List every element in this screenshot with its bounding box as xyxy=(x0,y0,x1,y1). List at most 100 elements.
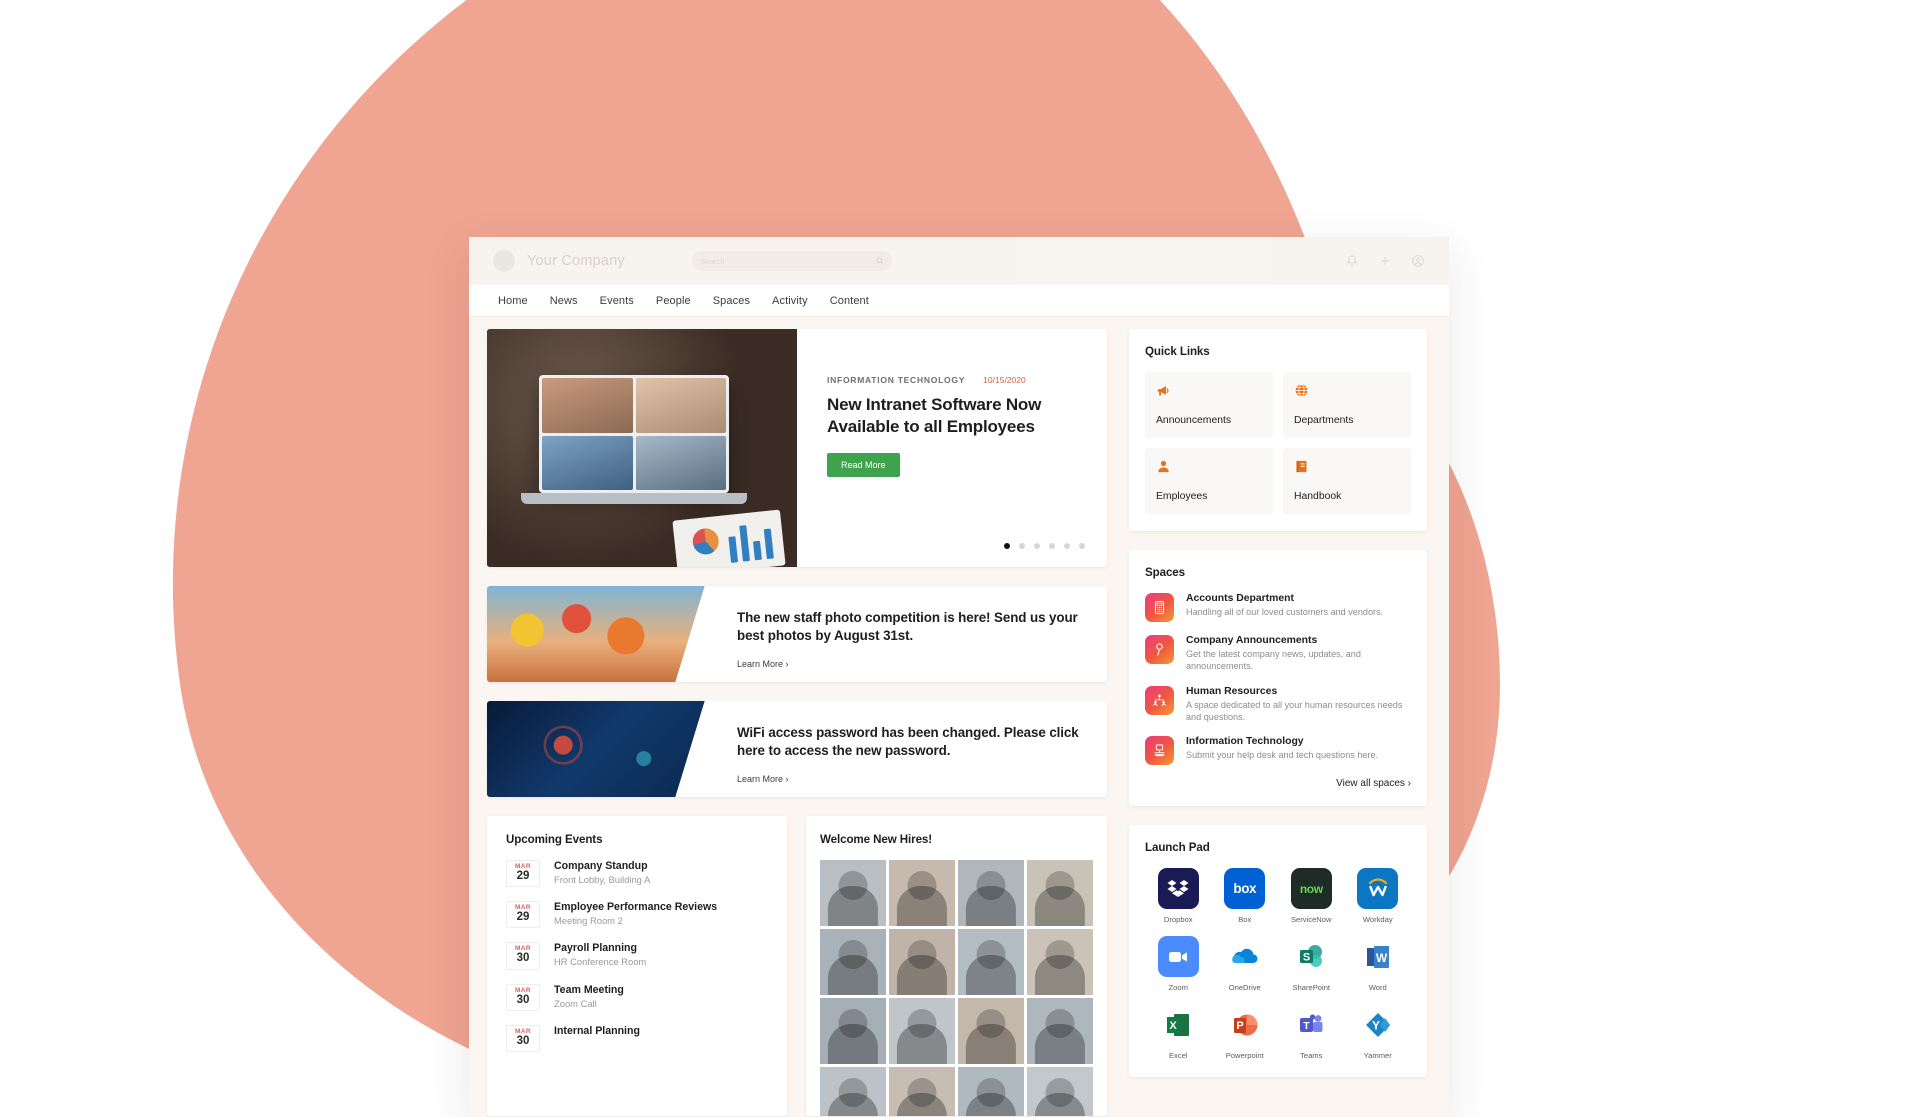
teams-icon: T xyxy=(1291,1004,1332,1045)
app-servicenow[interactable]: now ServiceNow xyxy=(1278,868,1345,924)
new-hire-photo[interactable] xyxy=(820,929,886,995)
spaces-title: Spaces xyxy=(1145,566,1411,579)
nav-item-people[interactable]: People xyxy=(656,295,691,307)
app-label: OneDrive xyxy=(1229,983,1261,992)
app-box[interactable]: box Box xyxy=(1212,868,1279,924)
new-hire-photo[interactable] xyxy=(958,860,1024,926)
space-item-accounts-department[interactable]: Accounts Department Handling all of our … xyxy=(1145,593,1411,622)
balloons-image xyxy=(487,586,711,682)
main-column: INFORMATION TECHNOLOGY 10/15/2020 New In… xyxy=(487,329,1107,1117)
app-zoom[interactable]: Zoom xyxy=(1145,936,1212,992)
quick-link-label: Announcements xyxy=(1156,415,1262,426)
svg-text:P: P xyxy=(1236,1020,1243,1032)
svg-text:Y: Y xyxy=(1372,1018,1380,1032)
new-hire-photo[interactable] xyxy=(958,1067,1024,1116)
app-onedrive[interactable]: OneDrive xyxy=(1212,936,1279,992)
event-name: Internal Planning xyxy=(554,1025,640,1037)
bottom-row: Upcoming Events MAR 29 Company Standup F… xyxy=(487,816,1107,1116)
new-hire-photo[interactable] xyxy=(820,1067,886,1116)
event-location: Front Lobby, Building A xyxy=(554,874,650,885)
word-icon: W xyxy=(1357,936,1398,977)
carousel-dot-3[interactable] xyxy=(1034,543,1040,549)
app-label: Zoom xyxy=(1169,983,1188,992)
new-hire-photo[interactable] xyxy=(889,860,955,926)
quick-link-announcements[interactable]: Announcements xyxy=(1145,372,1273,438)
event-date-badge: MAR 29 xyxy=(506,901,540,928)
new-hire-photo[interactable] xyxy=(1027,1067,1093,1116)
new-hire-photo[interactable] xyxy=(1027,998,1093,1064)
bell-icon[interactable] xyxy=(1345,254,1359,268)
quick-link-label: Handbook xyxy=(1294,491,1400,502)
space-name: Accounts Department xyxy=(1186,593,1383,604)
svg-text:T: T xyxy=(1304,1020,1311,1032)
carousel-dot-2[interactable] xyxy=(1019,543,1025,549)
nav-item-news[interactable]: News xyxy=(550,295,578,307)
event-item[interactable]: MAR 30 Payroll Planning HR Conference Ro… xyxy=(506,942,768,969)
carousel-dot-5[interactable] xyxy=(1064,543,1070,549)
announcement-banner-photo-competition[interactable]: The new staff photo competition is here!… xyxy=(487,586,1107,682)
app-workday[interactable]: Workday xyxy=(1345,868,1412,924)
nav-item-home[interactable]: Home xyxy=(498,295,528,307)
event-item[interactable]: MAR 30 Team Meeting Zoom Call xyxy=(506,984,768,1011)
new-hire-photo[interactable] xyxy=(1027,860,1093,926)
new-hire-photo[interactable] xyxy=(889,929,955,995)
space-name: Company Announcements xyxy=(1186,635,1411,646)
person-icon xyxy=(1156,459,1171,474)
space-item-company-announcements[interactable]: Company Announcements Get the latest com… xyxy=(1145,635,1411,673)
search-placeholder: Search xyxy=(701,257,725,266)
space-item-human-resources[interactable]: Human Resources A space dedicated to all… xyxy=(1145,686,1411,724)
svg-text:X: X xyxy=(1170,1020,1178,1032)
new-hire-photo[interactable] xyxy=(820,860,886,926)
search-input[interactable]: Search xyxy=(692,251,892,271)
event-name: Payroll Planning xyxy=(554,942,646,954)
new-hires-card: Welcome New Hires! xyxy=(806,816,1107,1116)
spaces-card: Spaces Accounts Department Handl xyxy=(1129,550,1427,806)
carousel-dot-4[interactable] xyxy=(1049,543,1055,549)
app-yammer[interactable]: Y Yammer xyxy=(1345,1004,1412,1060)
app-sharepoint[interactable]: S SharePoint xyxy=(1278,936,1345,992)
learn-more-link[interactable]: Learn More › xyxy=(737,659,789,669)
app-label: ServiceNow xyxy=(1291,915,1332,924)
new-hires-title: Welcome New Hires! xyxy=(806,833,1107,846)
nav-item-events[interactable]: Events xyxy=(600,295,634,307)
event-date-badge: MAR 30 xyxy=(506,1025,540,1052)
quick-link-handbook[interactable]: Handbook xyxy=(1283,448,1411,514)
view-all-spaces-link[interactable]: View all spaces › xyxy=(1145,778,1411,789)
nav-item-spaces[interactable]: Spaces xyxy=(713,295,750,307)
book-icon xyxy=(1294,459,1309,474)
event-item[interactable]: MAR 29 Company Standup Front Lobby, Buil… xyxy=(506,860,768,887)
microphone-icon xyxy=(1145,635,1174,664)
nav-item-activity[interactable]: Activity xyxy=(772,295,808,307)
space-description: Submit your help desk and tech questions… xyxy=(1186,749,1378,761)
new-hire-photo[interactable] xyxy=(889,1067,955,1116)
event-item[interactable]: MAR 30 Internal Planning xyxy=(506,1025,768,1052)
workday-icon xyxy=(1357,868,1398,909)
space-item-information-technology[interactable]: Information Technology Submit your help … xyxy=(1145,736,1411,765)
event-item[interactable]: MAR 29 Employee Performance Reviews Meet… xyxy=(506,901,768,928)
new-hire-photo[interactable] xyxy=(889,998,955,1064)
company-logo-icon[interactable] xyxy=(493,250,515,272)
quick-link-employees[interactable]: Employees xyxy=(1145,448,1273,514)
new-hire-photo[interactable] xyxy=(958,929,1024,995)
app-teams[interactable]: T Teams xyxy=(1278,1004,1345,1060)
app-word[interactable]: W Word xyxy=(1345,936,1412,992)
read-more-button[interactable]: Read More xyxy=(827,453,900,477)
space-name: Information Technology xyxy=(1186,736,1378,747)
space-description: Handling all of our loved customers and … xyxy=(1186,606,1383,618)
account-icon[interactable] xyxy=(1411,254,1425,268)
new-hire-photo[interactable] xyxy=(1027,929,1093,995)
announcement-banner-wifi-password[interactable]: WiFi access password has been changed. P… xyxy=(487,701,1107,797)
app-label: Yammer xyxy=(1364,1051,1392,1060)
quick-link-departments[interactable]: Departments xyxy=(1283,372,1411,438)
plus-icon[interactable] xyxy=(1378,254,1392,268)
nav-item-content[interactable]: Content xyxy=(830,295,869,307)
app-powerpoint[interactable]: P Powerpoint xyxy=(1212,1004,1279,1060)
app-excel[interactable]: X Excel xyxy=(1145,1004,1212,1060)
learn-more-link[interactable]: Learn More › xyxy=(737,774,789,784)
app-dropbox[interactable]: Dropbox xyxy=(1145,868,1212,924)
new-hire-photo[interactable] xyxy=(958,998,1024,1064)
yammer-icon: Y xyxy=(1357,1004,1398,1045)
carousel-dot-1[interactable] xyxy=(1004,543,1010,549)
new-hire-photo[interactable] xyxy=(820,998,886,1064)
carousel-dot-6[interactable] xyxy=(1079,543,1085,549)
